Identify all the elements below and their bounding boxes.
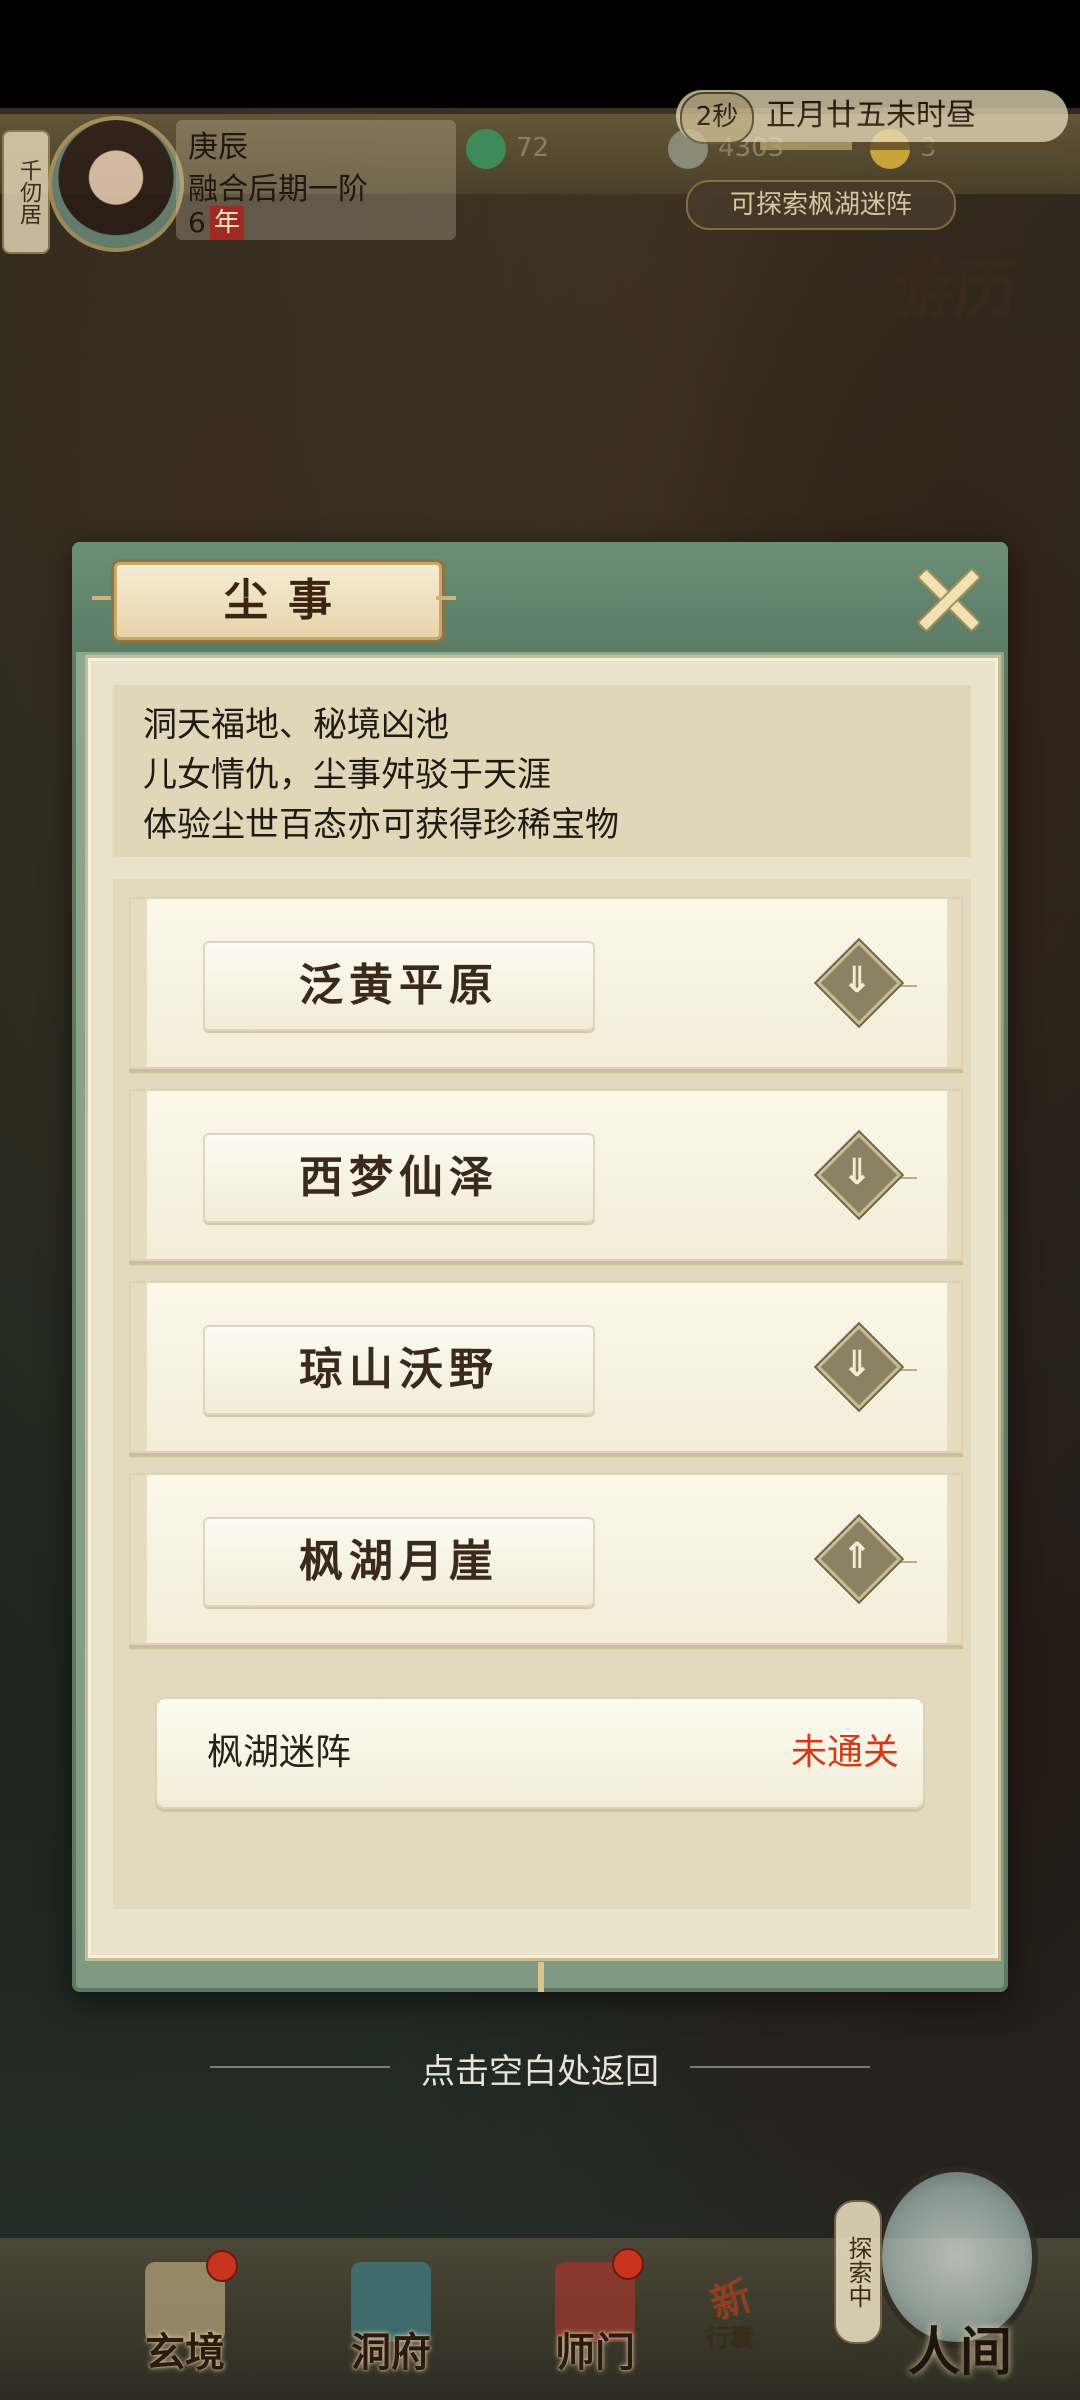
sub-area-status: 未通关 — [790, 1732, 899, 1773]
sub-area-fenghu-maze[interactable]: 枫湖迷阵 未通关 — [155, 1697, 925, 1809]
arrow-down-icon: ⇓ — [841, 1152, 873, 1193]
plaque-tail-left — [92, 596, 112, 600]
nav-label: 师门 — [555, 2329, 635, 2376]
description-line: 体验尘世百态亦可获得珍稀宝物 — [143, 805, 619, 845]
player-realm: 融合后期一阶 — [188, 172, 368, 207]
arrow-down-icon: ⇓ — [841, 960, 873, 1001]
nav-label: 洞府 — [351, 2329, 431, 2376]
region-name: 枫湖月崖 — [299, 1536, 499, 1587]
description-line: 儿女情仇，尘事舛驳于天涯 — [143, 755, 551, 795]
sub-area-name: 枫湖迷阵 — [207, 1732, 352, 1773]
expand-chevron-down-icon[interactable]: ⇓ — [816, 940, 917, 1026]
dust-affairs-panel: 尘事 洞天福地、秘境凶池 儿女情仇，尘事舛驳于天涯 体验尘世百态亦可获得珍稀宝物… — [72, 542, 1008, 1992]
player-age-value: 6 — [188, 206, 206, 239]
time-progress-fill — [760, 142, 852, 150]
region-name: 琼山沃野 — [299, 1344, 499, 1395]
time-progress-bar — [760, 142, 1065, 150]
travel-label[interactable]: 游历 — [890, 250, 1020, 490]
region-name: 西梦仙泽 — [299, 1152, 499, 1203]
resource-jade-value: 72 — [516, 133, 550, 163]
region-row-qiongshan[interactable]: 琼山沃野 ⇓ — [129, 1281, 963, 1453]
region-label-plate: 枫湖月崖 — [203, 1517, 595, 1607]
tap-blank-to-return-hint: 点击空白处返回 — [421, 2052, 659, 2092]
resource-jade: 72 — [466, 128, 550, 169]
nav-xuanjing[interactable]: 玄境 — [110, 2200, 260, 2400]
panel-bottom-ornament — [538, 1962, 544, 1992]
region-name: 泛黄平原 — [299, 960, 499, 1011]
region-label-plate: 泛黄平原 — [203, 941, 595, 1031]
description-line: 洞天福地、秘境凶池 — [143, 705, 449, 745]
nav-label: 玄境 — [145, 2329, 225, 2376]
jade-coil-icon — [466, 128, 506, 169]
collapse-chevron-up-icon[interactable]: ⇑ — [816, 1516, 917, 1602]
time-seconds: 2秒 — [680, 92, 754, 144]
time-pill[interactable]: 2秒 正月廿五未时昼 — [676, 90, 1068, 144]
panel-title: 尘事 — [224, 575, 352, 626]
region-label-plate: 西梦仙泽 — [203, 1133, 595, 1223]
hint-deco-right — [690, 2066, 870, 2068]
plaque-tail-right — [436, 596, 456, 600]
notification-dot — [206, 2250, 238, 2282]
year-badge: 年 — [210, 206, 244, 240]
notification-dot — [612, 2248, 644, 2280]
region-row-fanhuang[interactable]: 泛黄平原 ⇓ — [129, 897, 963, 1069]
avatar[interactable] — [48, 116, 184, 252]
close-icon[interactable] — [912, 562, 982, 632]
panel-title-plaque: 尘事 — [114, 562, 442, 640]
nav-dongfu[interactable]: 洞府 — [316, 2200, 466, 2400]
residence-tab[interactable]: 千仞居 — [2, 130, 50, 254]
expand-chevron-down-icon[interactable]: ⇓ — [816, 1324, 917, 1410]
panel-content: 洞天福地、秘境凶池 儿女情仇，尘事舛驳于天涯 体验尘世百态亦可获得珍稀宝物 泛黄… — [88, 658, 998, 1958]
player-name: 庚辰 — [188, 130, 248, 165]
explore-hint-pill[interactable]: 可探索枫湖迷阵 — [686, 180, 956, 230]
world-label[interactable]: 人间 — [870, 2310, 1050, 2385]
region-row-ximeng[interactable]: 西梦仙泽 ⇓ — [129, 1089, 963, 1261]
region-list[interactable]: 泛黄平原 ⇓ 西梦仙泽 ⇓ 琼山沃野 ⇓ 枫湖月崖 ⇑ 枫湖迷阵 未通关 — [113, 879, 971, 1909]
nav-bag-label[interactable]: 行囊 — [706, 2318, 754, 2353]
calendar-text: 正月廿五未时昼 — [766, 98, 976, 133]
description-box: 洞天福地、秘境凶池 儿女情仇，尘事舛驳于天涯 体验尘世百态亦可获得珍稀宝物 — [113, 685, 971, 857]
region-row-fenghu[interactable]: 枫湖月崖 ⇑ — [129, 1473, 963, 1645]
nav-shimen[interactable]: 师门 — [520, 2200, 670, 2400]
arrow-up-icon: ⇑ — [841, 1536, 873, 1577]
expand-chevron-down-icon[interactable]: ⇓ — [816, 1132, 917, 1218]
region-label-plate: 琼山沃野 — [203, 1325, 595, 1415]
arrow-down-icon: ⇓ — [841, 1344, 873, 1385]
